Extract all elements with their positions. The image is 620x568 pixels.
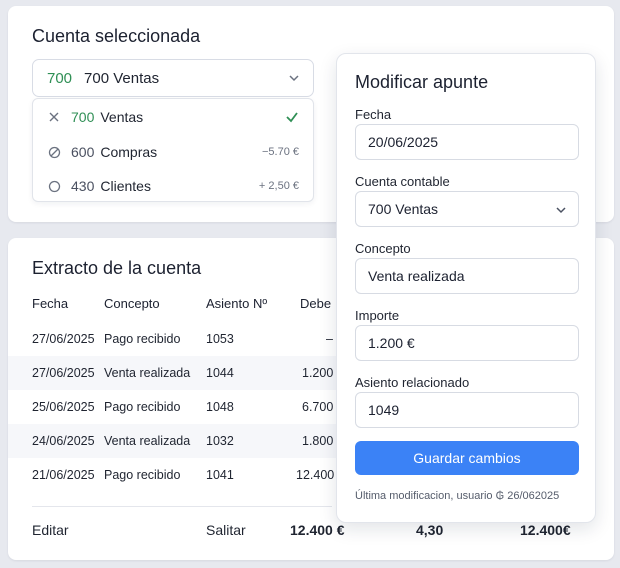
account-select-value: 700 Ventas <box>84 69 160 87</box>
date-field[interactable]: 20/06/2025 <box>355 124 579 160</box>
table-header: Fecha Concepto Asiento Nº Debe <box>8 296 338 314</box>
last-modified-text: Última modificacion, usuario ₲ 26/062025 <box>355 490 560 502</box>
circle-icon <box>47 179 61 193</box>
amount-field[interactable]: 1.200 € <box>355 325 579 361</box>
account-option-700[interactable]: 700 Ventas <box>33 100 313 134</box>
table-row[interactable]: 24/06/2025 Venta realizada 1032 1.800 <box>8 424 338 458</box>
amount-label: Importe <box>355 308 400 323</box>
account-select[interactable]: 700 700 Ventas <box>32 59 314 97</box>
concept-label: Concepto <box>355 241 411 256</box>
cell-date: 27/06/2025 <box>32 332 95 346</box>
edit-link[interactable]: Editar <box>32 522 69 538</box>
cell-debit: 12.400 <box>296 468 335 482</box>
option-name: Clientes <box>100 178 151 194</box>
cell-concept: Pago recibido <box>104 468 181 482</box>
table-row[interactable]: 27/06/2025 Pago recibido 1053 – <box>8 322 338 356</box>
related-entry-field-value: 1049 <box>368 402 400 418</box>
cell-date: 27/06/2025 <box>32 366 95 380</box>
statement-title: Extracto de la cuenta <box>32 258 202 278</box>
option-amount: + 2,50 € <box>258 180 299 192</box>
column-header-debit: Debe <box>300 296 332 311</box>
account-field-value: 700 Ventas <box>368 201 439 217</box>
cell-entry: 1044 <box>206 366 234 380</box>
table-row[interactable]: 21/06/2025 Pago recibido 1041 12.400 <box>8 458 338 492</box>
related-entry-label: Asiento relacionado <box>355 375 470 390</box>
cell-entry: 1053 <box>206 332 234 346</box>
dialog-title: Modificar apunte <box>355 72 489 92</box>
cell-concept: Pago recibido <box>104 332 181 346</box>
cell-date: 24/06/2025 <box>32 434 95 448</box>
date-field-value: 20/06/2025 <box>368 134 439 150</box>
concept-field[interactable]: Venta realizada <box>355 258 579 294</box>
check-icon <box>286 112 298 123</box>
amount-field-value: 1.200 € <box>368 335 415 351</box>
total-debit: 12.400 € <box>290 522 345 538</box>
column-header-entry: Asiento Nº <box>206 296 268 311</box>
edit-entry-dialog: Modificar apunte Fecha 20/06/2025 Cuenta… <box>336 53 596 523</box>
cell-concept: Venta realizada <box>104 366 191 380</box>
cell-debit: 1.200 <box>302 366 334 380</box>
account-dropdown-menu: 700 Ventas 600 Compras −5.70 € 430 Clien… <box>32 98 314 202</box>
table-divider <box>32 506 332 507</box>
account-card-title: Cuenta seleccionada <box>32 26 201 46</box>
total-right: 12.400­€ <box>520 522 571 538</box>
cell-debit: 1.800 <box>302 434 334 448</box>
cell-concept: Venta realizada <box>104 434 191 448</box>
option-name: Compras <box>100 144 158 160</box>
cell-entry: 1032 <box>206 434 234 448</box>
cell-entry: 1048 <box>206 400 234 414</box>
chevron-down-icon <box>556 207 566 214</box>
concept-field-value: Venta realizada <box>368 268 465 284</box>
cell-date: 25/06/2025 <box>32 400 95 414</box>
account-field[interactable]: 700 Ventas <box>355 191 579 227</box>
cell-date: 21/06/2025 <box>32 468 95 482</box>
account-label: Cuenta contable <box>355 174 450 189</box>
table-footer: Editar Salitar 12.400 € 4,30 12.400­€ <box>8 522 614 542</box>
option-code: 430 <box>71 178 95 194</box>
table-row[interactable]: 27/06/2025 Venta realizada 1044 1.200 <box>8 356 338 390</box>
date-label: Fecha <box>355 107 392 122</box>
cell-concept: Pago recibido <box>104 400 181 414</box>
related-entry-field[interactable]: 1049 <box>355 392 579 428</box>
cell-debit: 6.700 <box>302 400 334 414</box>
save-button[interactable]: Guardar cambios <box>355 441 579 475</box>
total-middle: 4,30 <box>416 522 444 538</box>
account-option-430[interactable]: 430 Clientes + 2,50 € <box>33 169 313 203</box>
close-icon <box>47 110 61 124</box>
chevron-down-icon <box>289 75 299 82</box>
column-header-concept: Concepto <box>104 296 160 311</box>
split-link[interactable]: Salitar <box>206 522 246 538</box>
cell-debit: – <box>326 332 333 346</box>
option-amount: −5.70 € <box>261 146 299 158</box>
table-row[interactable]: 25/06/2025 Pago recibido 1048 6.700 <box>8 390 338 424</box>
account-option-600[interactable]: 600 Compras −5.70 € <box>33 135 313 169</box>
column-header-date: Fecha <box>32 296 69 311</box>
option-name: Ventas <box>100 109 144 125</box>
blocked-icon <box>47 145 61 159</box>
option-code: 600 <box>71 144 95 160</box>
option-code: 700 <box>71 109 95 125</box>
account-select-code: 700 <box>47 69 73 87</box>
cell-entry: 1041 <box>206 468 234 482</box>
